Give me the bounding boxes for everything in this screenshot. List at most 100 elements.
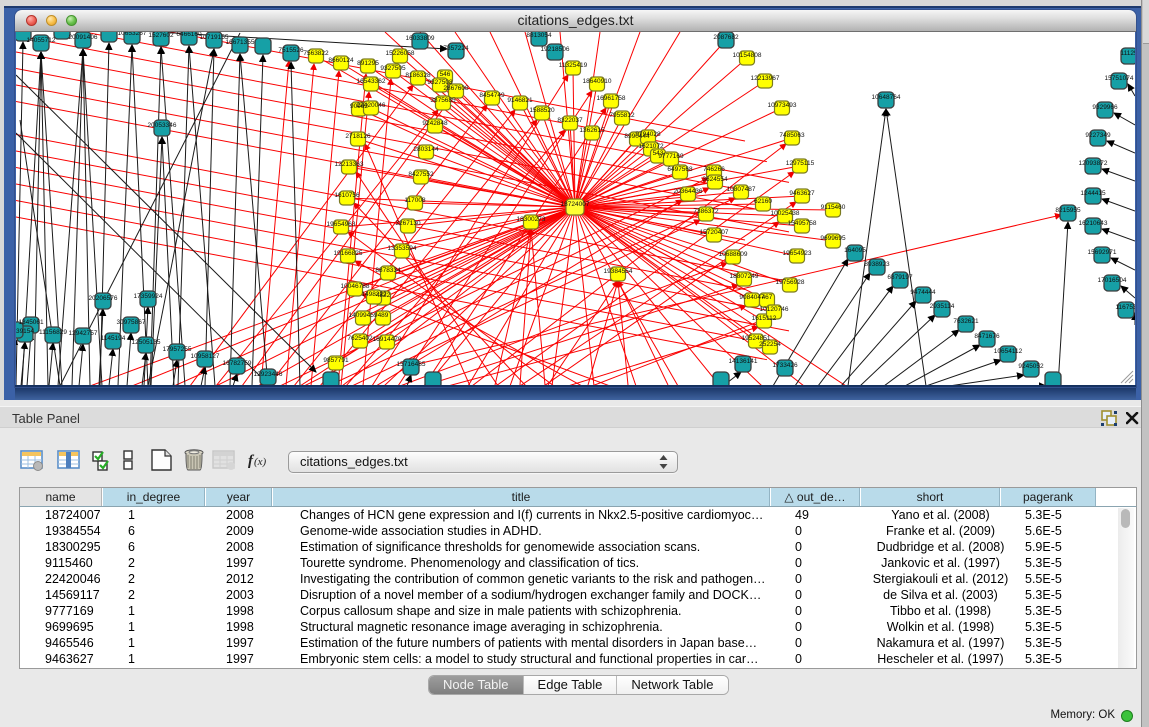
svg-text:20091406: 20091406 xyxy=(69,34,98,41)
svg-text:2935114: 2935114 xyxy=(930,303,955,310)
svg-text:18640910: 18640910 xyxy=(583,78,612,85)
svg-text:7485063: 7485063 xyxy=(779,132,805,139)
svg-text:8660124: 8660124 xyxy=(328,57,354,64)
svg-text:7563822: 7563822 xyxy=(303,50,329,57)
svg-text:10120746: 10120746 xyxy=(760,306,789,313)
svg-text:12505135: 12505135 xyxy=(132,339,161,346)
svg-text:19218506: 19218506 xyxy=(541,46,570,53)
svg-text:8878334: 8878334 xyxy=(375,267,401,274)
svg-text:12213967: 12213967 xyxy=(751,75,780,82)
svg-text:14136141: 14136141 xyxy=(729,358,758,365)
svg-text:15716485: 15716485 xyxy=(397,361,426,368)
svg-text:15495758: 15495758 xyxy=(788,220,817,227)
svg-text:8427552: 8427552 xyxy=(408,171,434,178)
svg-text:15692971: 15692971 xyxy=(1088,249,1117,256)
svg-text:9115460: 9115460 xyxy=(821,204,846,211)
svg-text:9242848: 9242848 xyxy=(422,120,448,127)
svg-text:9327505: 9327505 xyxy=(380,65,406,72)
svg-text:19654963: 19654963 xyxy=(327,221,356,228)
svg-text:16671355: 16671355 xyxy=(226,39,255,46)
svg-text:10688609: 10688609 xyxy=(719,251,748,258)
svg-text:9857791: 9857791 xyxy=(323,357,349,364)
svg-text:20053346: 20053346 xyxy=(148,122,177,129)
svg-text:10025438: 10025438 xyxy=(771,210,800,217)
svg-text:7625402: 7625402 xyxy=(347,335,373,342)
svg-text:16914479: 16914479 xyxy=(373,336,402,343)
svg-text:18807249: 18807249 xyxy=(730,273,759,280)
svg-text:30975867: 30975867 xyxy=(117,319,146,326)
svg-text:8813054: 8813054 xyxy=(526,32,552,39)
svg-text:18724007: 18724007 xyxy=(561,201,590,208)
svg-text:1362615: 1362615 xyxy=(579,127,605,134)
svg-text:2718126: 2718126 xyxy=(345,133,371,140)
svg-text:2087682: 2087682 xyxy=(713,34,739,41)
svg-text:9699695: 9699695 xyxy=(820,235,846,242)
svg-text:10648764: 10648764 xyxy=(872,94,901,101)
svg-text:22420046: 22420046 xyxy=(357,102,386,109)
svg-text:17359924: 17359924 xyxy=(134,293,163,300)
svg-text:20206576: 20206576 xyxy=(89,295,118,302)
svg-text:20364436: 20364436 xyxy=(674,188,703,195)
svg-text:891295: 891295 xyxy=(357,60,379,67)
svg-text:7386372: 7386372 xyxy=(693,208,719,215)
svg-text:1733426: 1733426 xyxy=(772,362,798,369)
svg-text:164095: 164095 xyxy=(844,247,866,254)
svg-text:3267130: 3267130 xyxy=(395,220,421,227)
svg-text:9777169: 9777169 xyxy=(658,153,684,160)
svg-text:489: 489 xyxy=(378,312,389,319)
svg-text:117008: 117008 xyxy=(404,197,426,204)
svg-text:1621072: 1621072 xyxy=(638,143,664,150)
svg-text:19654923: 19654923 xyxy=(783,250,812,257)
svg-text:11156829: 11156829 xyxy=(39,329,67,336)
svg-text:10973493: 10973493 xyxy=(768,102,797,109)
svg-text:18300273: 18300273 xyxy=(517,216,546,223)
svg-text:39154: 39154 xyxy=(16,328,34,335)
svg-text:116753: 116753 xyxy=(1115,304,1135,311)
svg-text:11325419: 11325419 xyxy=(559,62,588,69)
svg-text:8186328: 8186328 xyxy=(405,72,431,79)
svg-text:17957255: 17957255 xyxy=(163,346,192,353)
svg-text:9794028: 9794028 xyxy=(635,131,661,138)
svg-text:9227349: 9227349 xyxy=(1085,132,1111,139)
svg-text:12942757: 12942757 xyxy=(69,330,98,337)
svg-text:62160: 62160 xyxy=(754,198,772,205)
svg-text:10046788: 10046788 xyxy=(341,283,370,290)
svg-text:16782759: 16782759 xyxy=(223,360,252,367)
svg-text:8471676: 8471676 xyxy=(974,333,1000,340)
svg-text:1845061: 1845061 xyxy=(18,319,44,326)
svg-text:1615112: 1615112 xyxy=(752,315,777,322)
svg-text:12975115: 12975115 xyxy=(786,160,815,167)
svg-text:14099459: 14099459 xyxy=(349,312,378,319)
svg-text:10154808: 10154808 xyxy=(733,52,762,59)
svg-text:19756928: 19756928 xyxy=(776,279,805,286)
svg-text:7632621: 7632621 xyxy=(953,318,979,325)
svg-text:1498222: 1498222 xyxy=(361,291,387,298)
svg-text:1244415: 1244415 xyxy=(1080,190,1106,197)
svg-text:3875685: 3875685 xyxy=(430,97,456,104)
svg-text:(x): (x) xyxy=(254,456,267,468)
svg-text:9329966: 9329966 xyxy=(1092,104,1118,111)
svg-text:13353594: 13353594 xyxy=(388,245,417,252)
svg-text:1588520: 1588520 xyxy=(529,107,555,114)
svg-text:1145194: 1145194 xyxy=(101,335,126,342)
svg-text:15720407: 15720407 xyxy=(700,229,729,236)
svg-text:9146821: 9146821 xyxy=(507,97,533,104)
svg-text:467: 467 xyxy=(762,294,773,301)
svg-text:9474444: 9474444 xyxy=(910,289,936,296)
svg-text:17016504: 17016504 xyxy=(1098,277,1127,284)
svg-text:19166825: 19166825 xyxy=(334,250,363,257)
svg-text:2803144: 2803144 xyxy=(413,146,439,153)
svg-text:16961758: 16961758 xyxy=(597,95,626,102)
svg-text:10719155: 10719155 xyxy=(200,34,229,41)
svg-text:3624554: 3624554 xyxy=(702,176,728,183)
svg-text:19384554: 19384554 xyxy=(604,268,633,275)
svg-text:9245052: 9245052 xyxy=(1018,363,1044,370)
svg-text:15226058: 15226058 xyxy=(386,50,415,57)
svg-text:14055712: 14055712 xyxy=(27,37,56,44)
svg-text:16210643: 16210643 xyxy=(1079,220,1108,227)
svg-text:7955812: 7955812 xyxy=(609,112,635,119)
svg-text:252254: 252254 xyxy=(759,341,781,348)
svg-text:6466160: 6466160 xyxy=(176,32,202,38)
svg-text:12213363: 12213363 xyxy=(335,161,364,168)
svg-text:10654112: 10654112 xyxy=(994,348,1023,355)
